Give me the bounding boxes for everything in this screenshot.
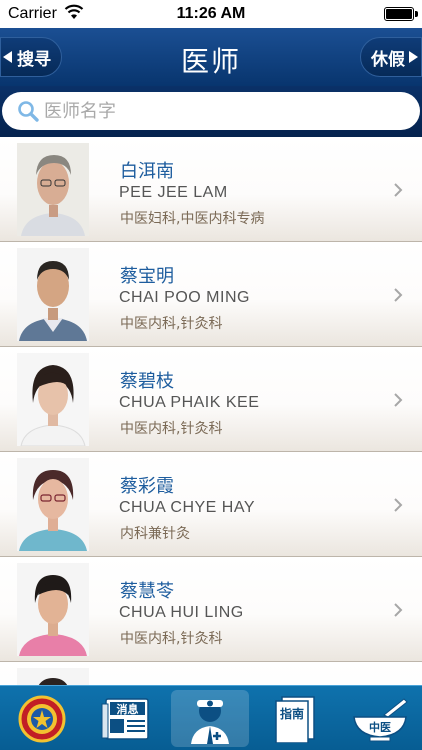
navigation-bar: 搜寻 医师 休假 — [0, 28, 422, 86]
search-field[interactable] — [2, 92, 420, 130]
search-icon — [18, 101, 39, 122]
chevron-right-icon — [394, 183, 403, 197]
search-bar — [0, 86, 422, 137]
doctor-specialty: 中医妇科,中医内科专病 — [120, 211, 265, 227]
doctor-photo — [17, 248, 89, 341]
doctor-romanized-name: CHAI POO MING — [119, 289, 250, 306]
tab-guide-label: 指南 — [280, 706, 304, 721]
herb-bowl-icon: 中医 — [353, 697, 408, 741]
doctor-photo — [17, 143, 89, 236]
doctor-romanized-name: CHUA HUI LING — [119, 604, 244, 621]
doctor-romanized-name: CHUA PHAIK KEE — [119, 394, 260, 411]
tab-news-label: 消息 — [117, 702, 139, 716]
doctor-name: 蔡碧枝 — [120, 371, 174, 392]
doctor-specialty: 中医内科,针灸科 — [120, 421, 223, 437]
tab-guide[interactable]: 指南 — [253, 686, 337, 750]
guide-icon: 指南 — [275, 695, 315, 743]
doctor-name: 蔡宝明 — [120, 266, 174, 287]
news-icon: 消息 — [101, 697, 149, 740]
search-input[interactable] — [44, 100, 420, 122]
doctor-row[interactable]: 蔡慧苓 CHUA HUI LING 中医内科,针灸科 — [0, 557, 422, 662]
doctor-romanized-name: CHUA CHYE HAY — [119, 499, 256, 516]
chevron-right-icon — [394, 393, 403, 407]
doctor-specialty: 中医内科,针灸科 — [120, 316, 223, 332]
chevron-right-icon — [394, 498, 403, 512]
doctor-row[interactable]: 蔡宝明 CHAI POO MING 中医内科,针灸科 — [0, 242, 422, 347]
doctor-photo — [17, 668, 89, 685]
doctor-list: 白洱南 PEE JEE LAM 中医妇科,中医内科专病 蔡宝明 CHAI POO… — [0, 137, 422, 685]
chevron-right-icon — [394, 288, 403, 302]
page-title: 医师 — [180, 45, 241, 78]
doctor-romanized-name: PEE JEE LAM — [119, 184, 228, 201]
doctor-row[interactable] — [0, 662, 422, 685]
doctor-photo — [17, 353, 89, 446]
tab-news[interactable]: 消息 — [84, 686, 168, 750]
battery-icon — [384, 7, 418, 21]
doctor-specialty: 内科兼针灸 — [120, 526, 190, 542]
chevron-right-icon — [394, 603, 403, 617]
status-bar: Carrier 11:26 AM — [0, 0, 422, 28]
doctor-row[interactable]: 蔡碧枝 CHUA PHAIK KEE 中医内科,针灸科 — [0, 347, 422, 452]
doctor-specialty: 中医内科,针灸科 — [120, 631, 223, 647]
tab-bar: 消息 指南 中医 — [0, 685, 422, 750]
doctor-photo — [17, 563, 89, 656]
doctor-icon — [191, 699, 229, 744]
leave-nav-button[interactable]: 休假 — [360, 37, 422, 77]
forward-arrow-icon — [409, 51, 418, 63]
clock: 11:26 AM — [176, 5, 246, 22]
doctor-row[interactable]: 蔡彩霞 CHUA CHYE HAY 内科兼针灸 — [0, 452, 422, 557]
doctor-name: 蔡慧苓 — [120, 581, 174, 602]
emblem-icon — [18, 695, 66, 742]
doctor-name: 蔡彩霞 — [120, 476, 174, 497]
tab-home[interactable] — [0, 686, 84, 750]
tab-tcm[interactable]: 中医 — [338, 686, 422, 750]
tab-doctors[interactable] — [171, 690, 249, 747]
doctor-row[interactable]: 白洱南 PEE JEE LAM 中医妇科,中医内科专病 — [0, 137, 422, 242]
doctor-photo — [17, 458, 89, 551]
tab-tcm-label: 中医 — [369, 720, 391, 734]
doctor-name: 白洱南 — [120, 161, 174, 182]
leave-nav-label: 休假 — [371, 49, 405, 70]
